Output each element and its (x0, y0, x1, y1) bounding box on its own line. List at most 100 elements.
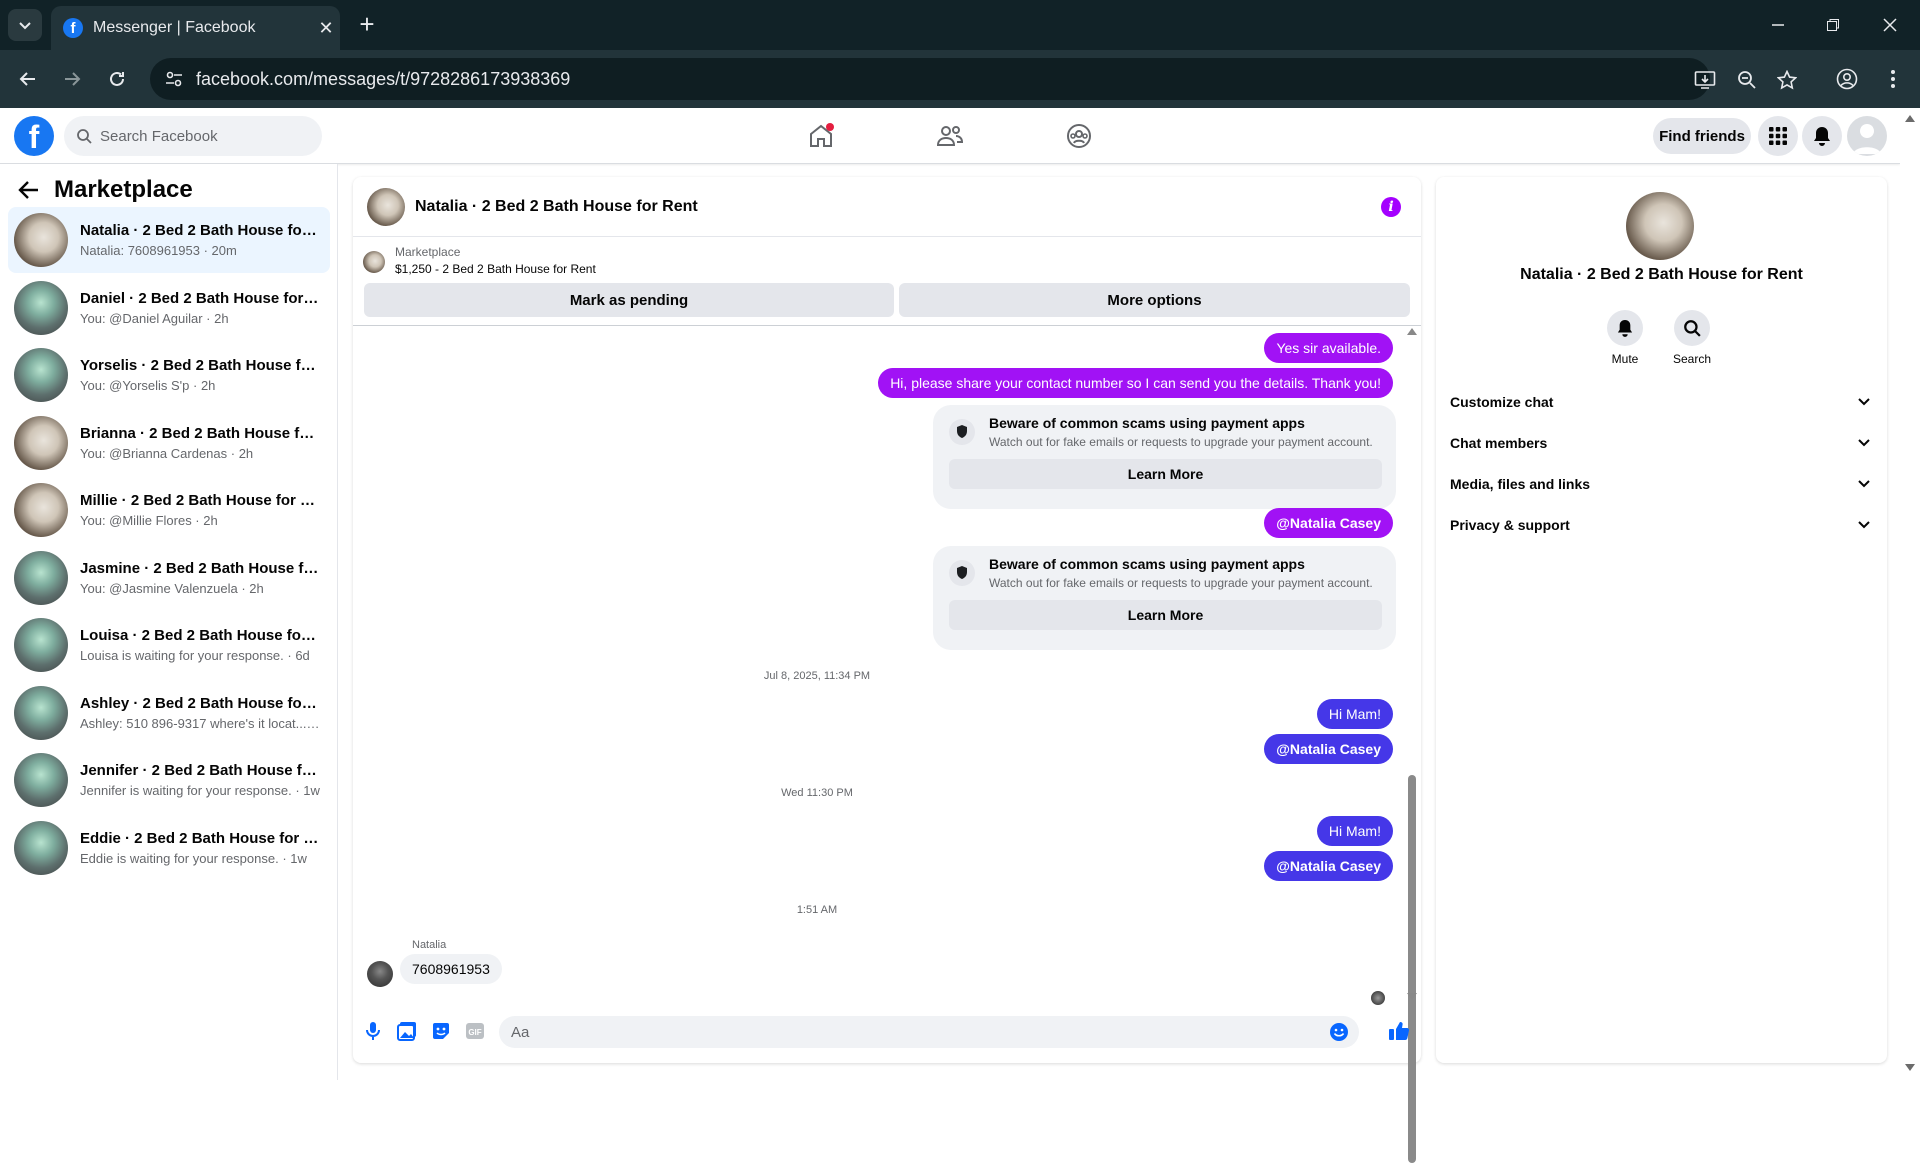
conversation-item[interactable]: Jennifer · 2 Bed 2 Bath House for ... Jen… (8, 747, 330, 813)
scroll-up-icon[interactable] (1407, 327, 1417, 335)
learn-more-button[interactable]: Learn More (949, 459, 1382, 489)
marketplace-listing[interactable]: Marketplace $1,250 - 2 Bed 2 Bath House … (363, 245, 596, 276)
notifications-button[interactable] (1802, 116, 1842, 156)
divider (353, 325, 1421, 326)
friends-nav-button[interactable] (930, 118, 970, 154)
chevron-down-icon (1858, 480, 1870, 488)
voice-clip-button[interactable] (363, 1021, 383, 1041)
section-label: Media, files and links (1450, 476, 1591, 492)
page-scrollbar[interactable] (1900, 108, 1920, 1080)
emoji-icon[interactable] (1329, 1022, 1349, 1042)
mute-button[interactable]: Mute (1595, 310, 1655, 366)
customize-chat-section[interactable]: Customize chat (1450, 384, 1870, 420)
conversation-item[interactable]: Ashley · 2 Bed 2 Bath House for Re... Ash… (8, 680, 330, 746)
minimize-button[interactable] (1758, 10, 1798, 40)
close-window-button[interactable] (1870, 10, 1910, 40)
message-bubble[interactable]: @Natalia Casey (1264, 508, 1393, 538)
conversation-item[interactable]: Brianna · 2 Bed 2 Bath House for R... You… (8, 410, 330, 476)
message-bubble[interactable]: Hi, please share your contact number so … (878, 368, 1393, 398)
message-bubble[interactable]: @Natalia Casey (1264, 734, 1393, 764)
message-bubble[interactable]: Hi Mam! (1316, 816, 1393, 846)
sticker-button[interactable] (431, 1021, 451, 1041)
more-options-button[interactable]: More options (899, 283, 1410, 317)
facebook-logo[interactable]: f (14, 116, 54, 156)
minimize-icon (1772, 24, 1784, 26)
conversation-item[interactable]: Millie · 2 Bed 2 Bath House for Rent You:… (8, 477, 330, 543)
message-input[interactable]: Aa (499, 1016, 1359, 1048)
avatar (14, 281, 68, 335)
chat-members-section[interactable]: Chat members (1450, 425, 1870, 461)
conversation-snippet: You: @Daniel Aguilar · 2h (80, 311, 229, 326)
tab-close-button[interactable]: ✕ (312, 18, 340, 39)
send-like-button[interactable] (1387, 1021, 1411, 1041)
search-input[interactable]: Search Facebook (64, 116, 322, 156)
tab-title: Messenger | Facebook (93, 19, 256, 36)
chat-scrollbar[interactable] (1405, 327, 1419, 1163)
message-bubble[interactable]: Hi Mam! (1316, 699, 1393, 729)
account-button[interactable] (1847, 116, 1887, 156)
scroll-down-icon[interactable] (1905, 1064, 1915, 1072)
profile-button[interactable] (1832, 64, 1862, 94)
scam-warning-description: Watch out for fake emails or requests to… (989, 576, 1373, 590)
mark-as-pending-button[interactable]: Mark as pending (364, 283, 894, 317)
learn-more-button[interactable]: Learn More (949, 600, 1382, 630)
bell-icon (1617, 320, 1633, 337)
menu-button[interactable] (1758, 116, 1798, 156)
forward-button[interactable] (57, 64, 87, 94)
conversation-snippet: Louisa is waiting for your response. · 6… (80, 648, 310, 663)
tab-search-button[interactable] (8, 9, 42, 41)
conversation-item[interactable]: Yorselis · 2 Bed 2 Bath House for R... Yo… (8, 342, 330, 408)
reload-button[interactable] (102, 64, 132, 94)
scrollbar-thumb[interactable] (1408, 775, 1416, 1163)
chat-panel: Natalia · 2 Bed 2 Bath House for Rent i … (353, 177, 1421, 1163)
conversation-name: Millie · 2 Bed 2 Bath House for Rent (80, 492, 320, 509)
gif-button[interactable]: GIF (465, 1021, 485, 1041)
back-button[interactable] (13, 64, 43, 94)
media-files-links-section[interactable]: Media, files and links (1450, 466, 1870, 502)
scam-warning-description: Watch out for fake emails or requests to… (989, 435, 1373, 449)
message-bubble[interactable]: Yes sir available. (1264, 333, 1393, 363)
avatar (14, 483, 68, 537)
info-icon[interactable]: i (1381, 197, 1401, 217)
message-input-placeholder: Aa (511, 1023, 530, 1041)
search-conversation-button[interactable]: Search (1662, 310, 1722, 366)
message-bubble[interactable]: @Natalia Casey (1264, 851, 1393, 881)
scam-warning-title: Beware of common scams using payment app… (989, 556, 1305, 572)
zoom-button[interactable] (1735, 68, 1759, 92)
avatar (14, 686, 68, 740)
close-icon (1883, 18, 1897, 32)
conversation-name: Eddie · 2 Bed 2 Bath House for Rent (80, 830, 320, 847)
new-tab-button[interactable]: + (352, 10, 382, 40)
home-nav-button[interactable] (801, 118, 841, 154)
incoming-message-bubble[interactable]: 7608961953 (400, 954, 502, 984)
address-bar[interactable]: facebook.com/messages/t/9728286173938369 (150, 58, 1797, 100)
conversation-item[interactable]: Eddie · 2 Bed 2 Bath House for Rent Eddie… (8, 815, 330, 881)
contact-name: Natalia · 2 Bed 2 Bath House for Rent (1520, 266, 1803, 283)
site-settings-icon[interactable] (164, 69, 184, 89)
find-friends-button[interactable]: Find friends (1653, 118, 1751, 154)
scam-warning-card: Beware of common scams using payment app… (933, 405, 1396, 509)
scroll-up-icon[interactable] (1905, 114, 1915, 122)
shield-icon (949, 419, 975, 445)
browser-menu-button[interactable] (1878, 64, 1908, 94)
restore-button[interactable] (1813, 10, 1853, 40)
browser-tab[interactable]: f Messenger | Facebook ✕ (51, 6, 340, 50)
conversation-item[interactable]: Louisa · 2 Bed 2 Bath House for Rent Loui… (8, 612, 330, 678)
chat-header[interactable]: Natalia · 2 Bed 2 Bath House for Rent i (353, 177, 1421, 237)
scroll-down-icon[interactable] (1407, 993, 1417, 1001)
conversation-name: Ashley · 2 Bed 2 Bath House for Re... (80, 695, 320, 712)
attach-media-button[interactable] (397, 1021, 417, 1041)
groups-nav-button[interactable] (1059, 118, 1099, 154)
back-arrow-icon[interactable] (18, 180, 40, 200)
conversation-item[interactable]: Daniel · 2 Bed 2 Bath House for Rent You:… (8, 275, 330, 341)
install-app-button[interactable] (1693, 68, 1717, 92)
conversation-item[interactable]: Jasmine · 2 Bed 2 Bath House for ... You:… (8, 545, 330, 611)
bell-icon (1814, 127, 1830, 146)
marketplace-conversation-list: Marketplace Natalia · 2 Bed 2 Bath House… (0, 164, 338, 1080)
privacy-support-section[interactable]: Privacy & support (1450, 507, 1870, 543)
image-icon (397, 1022, 416, 1041)
bookmark-button[interactable] (1775, 68, 1799, 92)
conversation-snippet: Ashley: 510 896-9317 where's it locat...… (80, 716, 320, 731)
conversation-item[interactable]: Natalia · 2 Bed 2 Bath House for R... Nat… (8, 207, 330, 273)
sticker-icon (433, 1023, 449, 1039)
